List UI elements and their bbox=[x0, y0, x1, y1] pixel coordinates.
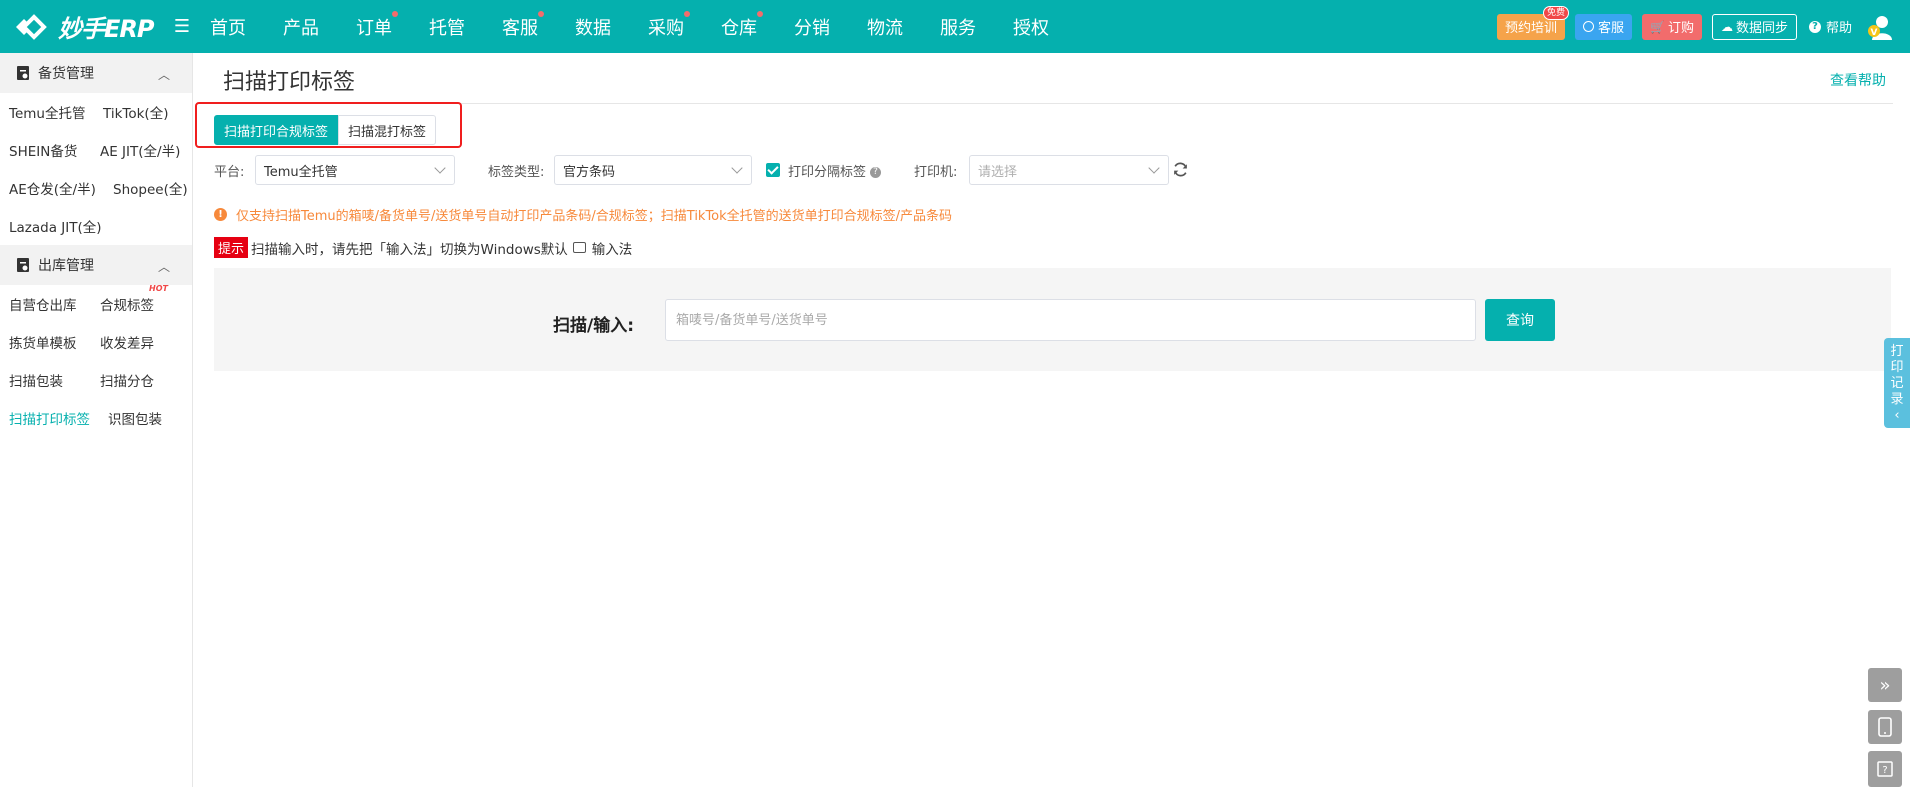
sidebar-item-scan-split-warehouse[interactable]: 扫描分仓 bbox=[100, 370, 154, 390]
sidebar-item-scan-packing[interactable]: 扫描包装 bbox=[9, 370, 100, 390]
notification-dot bbox=[684, 10, 690, 17]
chevron-down-icon bbox=[731, 162, 743, 174]
question-icon[interactable]: ? bbox=[870, 167, 882, 178]
double-chevron-right-icon: » bbox=[1879, 674, 1891, 696]
svg-text:?: ? bbox=[1882, 765, 1887, 776]
nav-item-distribution[interactable]: 分销 bbox=[794, 14, 830, 40]
document-icon bbox=[17, 258, 29, 272]
expand-double-chevron-button[interactable]: » bbox=[1868, 668, 1902, 702]
subscribe-button[interactable]: 🛒 订购 bbox=[1642, 13, 1702, 40]
keyboard-icon bbox=[572, 242, 586, 253]
nav-item-customer-service[interactable]: 客服 bbox=[502, 10, 544, 40]
scan-panel: 扫描/输入: 查询 bbox=[214, 268, 1891, 371]
cloud-icon: ☁ bbox=[1720, 19, 1733, 34]
feedback-icon: ? bbox=[1877, 761, 1893, 777]
mobile-button[interactable] bbox=[1868, 710, 1902, 744]
customer-service-button[interactable]: 客服 bbox=[1574, 13, 1632, 40]
sidebar-item-lazada-jit[interactable]: Lazada JIT(全) bbox=[9, 216, 102, 236]
printer-label: 打印机: bbox=[914, 165, 958, 180]
page-title: 扫描打印标签 bbox=[223, 70, 356, 95]
sidebar-group-outbound[interactable]: 出库管理 ︿ bbox=[0, 245, 192, 285]
notification-dot bbox=[392, 10, 398, 17]
free-badge: 免费 bbox=[1542, 5, 1569, 20]
feedback-button[interactable]: ? bbox=[1868, 751, 1902, 787]
label-type-label: 标签类型: bbox=[488, 165, 545, 180]
sidebar-item-scan-print-label[interactable]: 扫描打印标签 bbox=[9, 408, 108, 428]
sidebar-item-ae-jit[interactable]: AE JIT(全/半) bbox=[100, 140, 180, 160]
nav-item-data[interactable]: 数据 bbox=[575, 14, 611, 40]
print-record-tab[interactable]: 打 印 记 录 ‹ bbox=[1884, 338, 1910, 428]
logo-icon bbox=[16, 13, 47, 40]
nav-item-product[interactable]: 产品 bbox=[283, 14, 319, 40]
data-sync-button[interactable]: ☁ 数据同步 bbox=[1711, 13, 1797, 40]
help-icon: ? bbox=[1808, 20, 1821, 33]
chevron-up-icon[interactable]: ︿ bbox=[158, 66, 170, 83]
chevron-left-icon: ‹ bbox=[1894, 408, 1900, 423]
warning-icon: ! bbox=[214, 208, 227, 221]
document-icon bbox=[17, 66, 29, 80]
menu-toggle-icon[interactable]: ☰ bbox=[172, 16, 192, 37]
scan-input-label: 扫描/输入: bbox=[553, 316, 635, 336]
hot-badge: HOT bbox=[149, 284, 168, 293]
refresh-icon[interactable] bbox=[1172, 161, 1189, 178]
filter-bar: 平台: Temu全托管 标签类型: 官方条码 打印分隔标签? 打印机: 请选择 bbox=[214, 155, 1214, 185]
notification-dot bbox=[538, 10, 544, 17]
sidebar-item-shein-stock[interactable]: SHEIN备货 bbox=[9, 140, 100, 160]
label-type-select[interactable]: 官方条码 bbox=[554, 155, 752, 185]
sidebar-group-stock[interactable]: 备货管理 ︿ bbox=[0, 53, 192, 93]
query-button[interactable]: 查询 bbox=[1485, 299, 1555, 341]
mobile-icon bbox=[1878, 717, 1892, 737]
svg-text:V: V bbox=[1871, 28, 1878, 38]
main-nav: 首页 产品 订单 托管 客服 数据 采购 仓库 分销 物流 服务 授权 bbox=[210, 10, 1086, 40]
notice-message: ! 仅支持扫描Temu的箱唛/备货单号/送货单号自动打印产品条码/合规标签；扫描… bbox=[214, 205, 952, 224]
sidebar-item-temu-full[interactable]: Temu全托管 bbox=[9, 102, 103, 122]
platform-select[interactable]: Temu全托管 bbox=[255, 155, 455, 185]
nav-item-hosting[interactable]: 托管 bbox=[429, 14, 465, 40]
tab-scan-print-compliance[interactable]: 扫描打印合规标签 bbox=[214, 115, 339, 145]
printer-select[interactable]: 请选择 bbox=[969, 155, 1169, 185]
help-button[interactable]: ? 帮助 bbox=[1808, 17, 1852, 36]
scan-input[interactable] bbox=[665, 299, 1476, 341]
nav-item-warehouse[interactable]: 仓库 bbox=[721, 10, 763, 40]
nav-item-purchase[interactable]: 采购 bbox=[648, 10, 690, 40]
chevron-down-icon bbox=[1148, 162, 1160, 174]
print-separator-checkbox[interactable] bbox=[766, 163, 780, 177]
platform-label: 平台: bbox=[214, 165, 245, 180]
tab-group: 扫描打印合规标签 扫描混打标签 bbox=[214, 115, 437, 145]
sidebar-item-shopee-full[interactable]: Shopee(全) bbox=[113, 178, 188, 198]
nav-item-home[interactable]: 首页 bbox=[210, 14, 246, 40]
top-right-actions: 预约培训 免费 客服 🛒 订购 ☁ 数据同步 ? 帮助 V bbox=[1496, 0, 1910, 53]
notification-dot bbox=[757, 10, 763, 17]
divider bbox=[213, 103, 1893, 104]
sidebar-item-self-warehouse-outbound[interactable]: 自营仓出库 bbox=[9, 294, 100, 314]
sidebar: 备货管理 ︿ Temu全托管 TikTok(全) SHEIN备货 AE JIT(… bbox=[0, 53, 193, 787]
nav-item-order[interactable]: 订单 bbox=[356, 10, 398, 40]
nav-item-authorization[interactable]: 授权 bbox=[1013, 14, 1049, 40]
sidebar-item-image-packing[interactable]: 识图包装 bbox=[108, 408, 162, 428]
sidebar-item-ae-warehouse[interactable]: AE仓发(全/半) bbox=[9, 178, 113, 198]
nav-item-services[interactable]: 服务 bbox=[940, 14, 976, 40]
chevron-up-icon[interactable]: ︿ bbox=[158, 258, 170, 275]
chevron-down-icon bbox=[434, 162, 446, 174]
print-separator-label: 打印分隔标签? bbox=[788, 161, 882, 180]
brand-name: 妙手ERP bbox=[58, 15, 154, 43]
tip-badge: 提示 bbox=[214, 237, 249, 258]
sidebar-item-compliance-label[interactable]: 合规标签 HOT bbox=[100, 284, 168, 314]
cart-icon: 🛒 bbox=[1650, 19, 1665, 34]
sidebar-item-shipment-difference[interactable]: 收发差异 bbox=[100, 332, 154, 352]
training-button[interactable]: 预约培训 免费 bbox=[1496, 5, 1569, 40]
sidebar-item-picking-template[interactable]: 拣货单模板 bbox=[9, 332, 100, 352]
top-nav-bar: 妙手ERP ☰ 首页 产品 订单 托管 客服 数据 采购 仓库 分销 物流 服务… bbox=[0, 0, 1910, 53]
sidebar-item-tiktok-full[interactable]: TikTok(全) bbox=[103, 102, 168, 122]
logo[interactable]: 妙手ERP bbox=[0, 9, 160, 44]
tip-message: 提示 扫描输入时，请先把「输入法」切换为Windows默认 输入法 bbox=[214, 237, 632, 258]
chat-icon bbox=[1582, 21, 1594, 32]
view-help-link[interactable]: 查看帮助 bbox=[1830, 70, 1886, 90]
nav-item-logistics[interactable]: 物流 bbox=[867, 14, 903, 40]
user-avatar[interactable]: V bbox=[1866, 14, 1892, 40]
tab-scan-mixed-print[interactable]: 扫描混打标签 bbox=[338, 115, 437, 145]
